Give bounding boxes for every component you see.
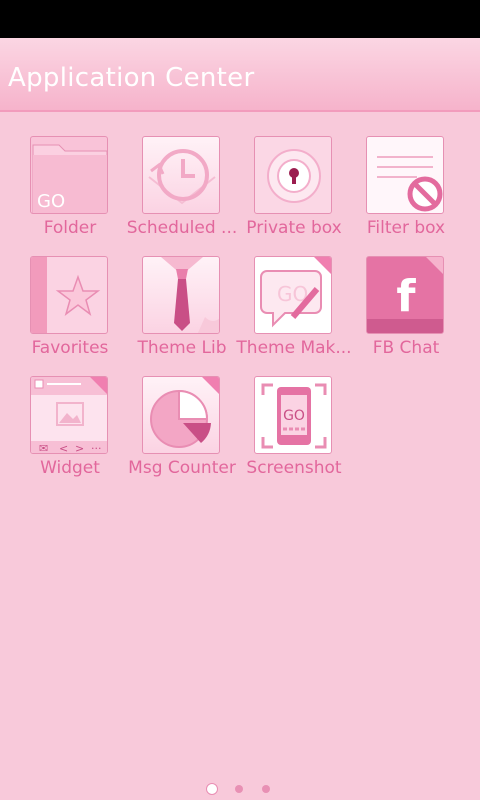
msg-counter-pie-icon: [142, 376, 220, 454]
status-bar: [0, 0, 480, 38]
filter-box-icon: [366, 136, 444, 214]
svg-text:✉: ✉: [39, 442, 48, 454]
app-scheduled[interactable]: Scheduled ...: [126, 112, 238, 238]
page-title: Application Center: [8, 63, 255, 93]
theme-lib-tie-icon: [142, 256, 220, 334]
svg-text:>: >: [75, 442, 84, 454]
page-dot-1[interactable]: [206, 783, 218, 795]
app-fb-chat[interactable]: f FB Chat: [350, 232, 462, 358]
theme-maker-icon: GO: [254, 256, 332, 334]
app-msg-counter[interactable]: Msg Counter: [126, 352, 238, 478]
app-private-box[interactable]: Private box: [238, 112, 350, 238]
favorites-star-icon: [30, 256, 108, 334]
app-favorites[interactable]: Favorites: [14, 232, 126, 358]
folder-icon: GO: [30, 136, 108, 214]
page-indicator: [0, 780, 480, 800]
app-label: Msg Counter: [128, 458, 236, 478]
title-bar: Application Center: [0, 38, 480, 112]
svg-text:f: f: [396, 271, 416, 322]
svg-text:···: ···: [91, 442, 102, 454]
app-label: Screenshot: [246, 458, 342, 478]
private-box-lock-icon: [254, 136, 332, 214]
app-filter-box[interactable]: Filter box: [350, 112, 462, 238]
screenshot-phone-icon: GO: [254, 376, 332, 454]
app-label: Widget: [40, 458, 100, 478]
app-screenshot[interactable]: GO Screenshot: [238, 352, 350, 478]
app-folder[interactable]: GO Folder: [14, 112, 126, 238]
facebook-chat-icon: f: [366, 256, 444, 334]
page-dot-2[interactable]: [235, 785, 243, 793]
app-theme-lib[interactable]: Theme Lib: [126, 232, 238, 358]
app-widget[interactable]: ✉ < > ··· Widget: [14, 352, 126, 478]
scheduled-clock-icon: [142, 136, 220, 214]
page-dot-3[interactable]: [262, 785, 270, 793]
svg-text:<: <: [59, 442, 68, 454]
app-label: FB Chat: [372, 338, 440, 358]
svg-text:GO: GO: [283, 408, 305, 424]
app-theme-maker[interactable]: GO Theme Mak...: [236, 232, 352, 358]
svg-text:GO: GO: [37, 191, 65, 212]
widget-icon: ✉ < > ···: [30, 376, 108, 454]
